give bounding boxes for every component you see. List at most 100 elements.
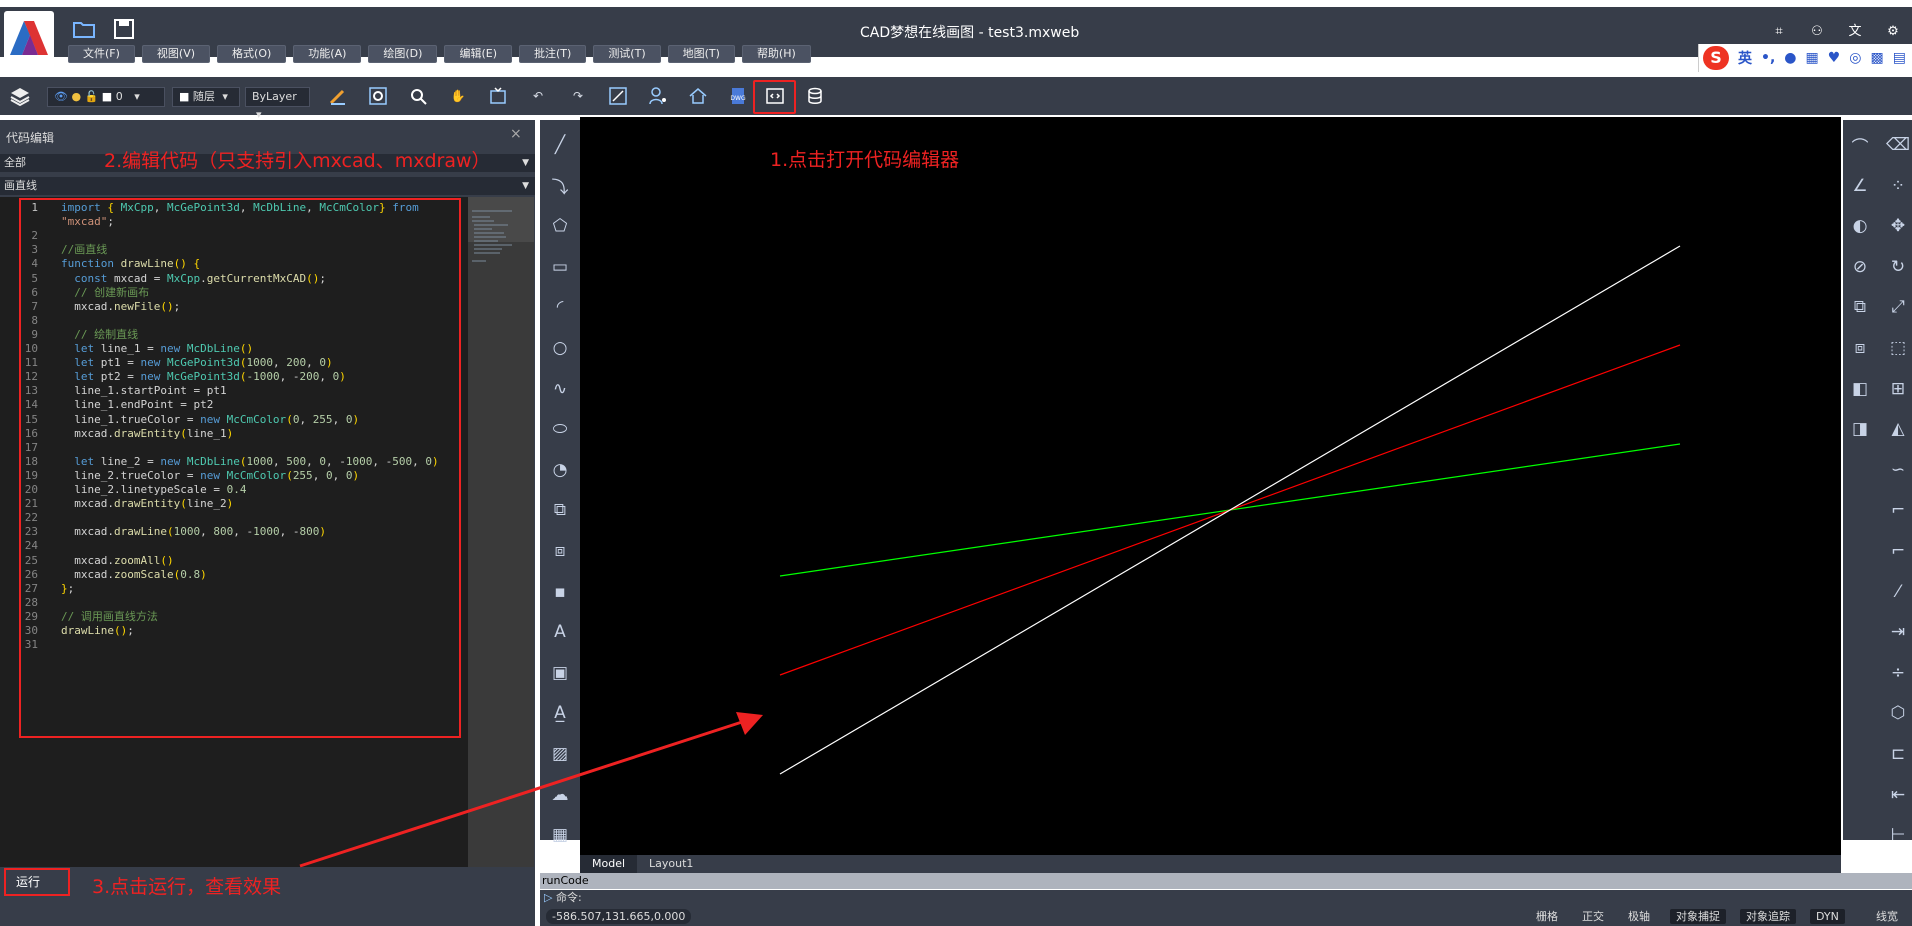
- circle-tool-icon[interactable]: ○: [547, 335, 573, 361]
- array-tool-icon[interactable]: ⧈: [1847, 335, 1873, 361]
- menu-function[interactable]: 功能(A): [293, 45, 362, 63]
- linetype-select[interactable]: ByLayer ▾: [245, 87, 310, 121]
- mtext-tool-icon[interactable]: A̲: [547, 700, 573, 726]
- menu-file[interactable]: 文件(F): [68, 45, 135, 63]
- zoom-extents-icon[interactable]: [406, 84, 430, 108]
- zoom-window-icon[interactable]: [366, 84, 390, 108]
- stretch-tool-icon[interactable]: ⬚: [1885, 335, 1911, 361]
- hatch-tool-icon[interactable]: ▨: [547, 741, 573, 767]
- status-ortho[interactable]: 正交: [1576, 909, 1610, 924]
- angle-dim-icon[interactable]: ∠: [1847, 173, 1873, 199]
- example-select[interactable]: 画直线 ▼: [0, 177, 535, 195]
- translate-icon[interactable]: 文: [1846, 23, 1864, 41]
- move-front-icon[interactable]: ◧: [1847, 376, 1873, 402]
- ime-punct-icon[interactable]: •,: [1761, 50, 1775, 66]
- dimension-icon[interactable]: ⌒: [1847, 132, 1873, 158]
- scan-icon[interactable]: ⌗: [1770, 23, 1788, 41]
- redo-icon[interactable]: ↷: [566, 84, 590, 108]
- ime-game-icon[interactable]: ◎: [1849, 50, 1861, 66]
- offset-tool-icon[interactable]: ⊏: [1885, 741, 1911, 767]
- copy-tool-icon[interactable]: ⧉: [1847, 294, 1873, 320]
- menu-draw[interactable]: 绘图(D): [368, 45, 438, 63]
- mirror-tool-icon[interactable]: ◭: [1885, 416, 1911, 442]
- menu-test[interactable]: 测试(T): [593, 45, 661, 63]
- save-web-icon[interactable]: [112, 17, 136, 41]
- home-icon[interactable]: [686, 84, 710, 108]
- polyline-tool-icon[interactable]: ⤵: [547, 173, 573, 199]
- status-osnap[interactable]: 对象捕捉: [1670, 909, 1726, 924]
- open-folder-icon[interactable]: [72, 17, 96, 41]
- radius-dim-icon[interactable]: ◐: [1847, 213, 1873, 239]
- insert-block-icon[interactable]: ⧉: [547, 497, 573, 523]
- lengthen-tool-icon[interactable]: ⊢: [1885, 822, 1911, 848]
- scale-tool-icon[interactable]: ⤢: [1885, 294, 1911, 320]
- menu-annotate[interactable]: 批注(T): [519, 45, 587, 63]
- pan-hand-icon[interactable]: ✋: [446, 84, 470, 108]
- select-tool-icon[interactable]: ⁘: [1885, 173, 1911, 199]
- smooth-tool-icon[interactable]: ∽: [1885, 457, 1911, 483]
- ellipse-tool-icon[interactable]: ⬭: [547, 416, 573, 442]
- export-dwg-icon[interactable]: DWG: [726, 84, 750, 108]
- ime-skin-icon[interactable]: ♥: [1828, 50, 1841, 66]
- revcloud-tool-icon[interactable]: ☁: [547, 782, 573, 808]
- drawing-canvas[interactable]: [580, 117, 1841, 855]
- run-button[interactable]: 运行: [4, 868, 70, 896]
- chamfer-tool-icon[interactable]: ⌐: [1885, 538, 1911, 564]
- status-lineweight[interactable]: 线宽: [1870, 909, 1904, 924]
- measure-icon[interactable]: [606, 84, 630, 108]
- color-select[interactable]: ■ 随层 ▾: [172, 87, 240, 107]
- tab-layout1[interactable]: Layout1: [637, 855, 705, 873]
- ime-tools-icon[interactable]: ▩: [1871, 50, 1884, 66]
- line_3[interactable]: [779, 245, 1681, 775]
- regen-icon[interactable]: [486, 84, 510, 108]
- menu-format[interactable]: 格式(O): [217, 45, 287, 63]
- match-properties-icon[interactable]: [326, 84, 350, 108]
- status-otrack[interactable]: 对象追踪: [1740, 909, 1796, 924]
- array-grid-icon[interactable]: ⊞: [1885, 376, 1911, 402]
- tab-model[interactable]: Model: [580, 855, 638, 873]
- menu-help[interactable]: 帮助(H): [741, 45, 811, 63]
- status-dyn[interactable]: DYN: [1810, 909, 1845, 924]
- ellipse-arc-tool-icon[interactable]: ◔: [547, 457, 573, 483]
- ime-menu-icon[interactable]: ▤: [1893, 50, 1906, 66]
- close-icon[interactable]: ×: [510, 126, 522, 142]
- command-input[interactable]: ▷ 命令:: [540, 890, 1912, 906]
- user-icon[interactable]: ⚇: [1808, 23, 1826, 41]
- ime-mic-icon[interactable]: ●: [1784, 50, 1796, 66]
- code-minimap[interactable]: [468, 197, 534, 867]
- spline-tool-icon[interactable]: ∿: [547, 376, 573, 402]
- layers-icon[interactable]: [8, 84, 32, 108]
- undo-icon[interactable]: ↶: [526, 84, 550, 108]
- table-tool-icon[interactable]: ▦: [547, 822, 573, 848]
- layer-select[interactable]: 👁 ● 🔓 ■ 0 ▾: [47, 87, 165, 107]
- line-tool-icon[interactable]: ╱: [547, 132, 573, 158]
- break-tool-icon[interactable]: ÷: [1885, 660, 1911, 686]
- ime-lang-icon[interactable]: 英: [1738, 48, 1752, 68]
- database-icon[interactable]: [803, 84, 827, 108]
- explode-tool-icon[interactable]: ⬡: [1885, 700, 1911, 726]
- extend-tool-icon[interactable]: ⇥: [1885, 619, 1911, 645]
- trim-tool-icon[interactable]: ⁄: [1885, 579, 1911, 605]
- settings-icon[interactable]: ⚙: [1884, 23, 1902, 41]
- join-tool-icon[interactable]: ⇤: [1885, 782, 1911, 808]
- arc-tool-icon[interactable]: ◜: [547, 294, 573, 320]
- text-tool-icon[interactable]: A: [547, 619, 573, 645]
- fillet-tool-icon[interactable]: ⌐: [1885, 497, 1911, 523]
- menu-edit[interactable]: 编辑(E): [444, 45, 512, 63]
- status-grid[interactable]: 栅格: [1530, 909, 1564, 924]
- polygon-tool-icon[interactable]: ⬠: [547, 213, 573, 239]
- menu-map[interactable]: 地图(T): [667, 45, 735, 63]
- menu-view[interactable]: 视图(V): [141, 45, 211, 63]
- move-tool-icon[interactable]: ✥: [1885, 213, 1911, 239]
- status-polar[interactable]: 极轴: [1622, 909, 1656, 924]
- user-settings-icon[interactable]: [646, 84, 670, 108]
- move-back-icon[interactable]: ◨: [1847, 416, 1873, 442]
- diameter-dim-icon[interactable]: ⊘: [1847, 254, 1873, 280]
- point-tool-icon[interactable]: ▪: [547, 579, 573, 605]
- erase-tool-icon[interactable]: ⌫: [1885, 132, 1911, 158]
- insert-image-icon[interactable]: ▣: [547, 660, 573, 686]
- ime-keyboard-icon[interactable]: ▦: [1806, 50, 1819, 66]
- rotate-tool-icon[interactable]: ↻: [1885, 254, 1911, 280]
- make-block-icon[interactable]: ⧈: [547, 538, 573, 564]
- rectangle-tool-icon[interactable]: ▭: [547, 254, 573, 280]
